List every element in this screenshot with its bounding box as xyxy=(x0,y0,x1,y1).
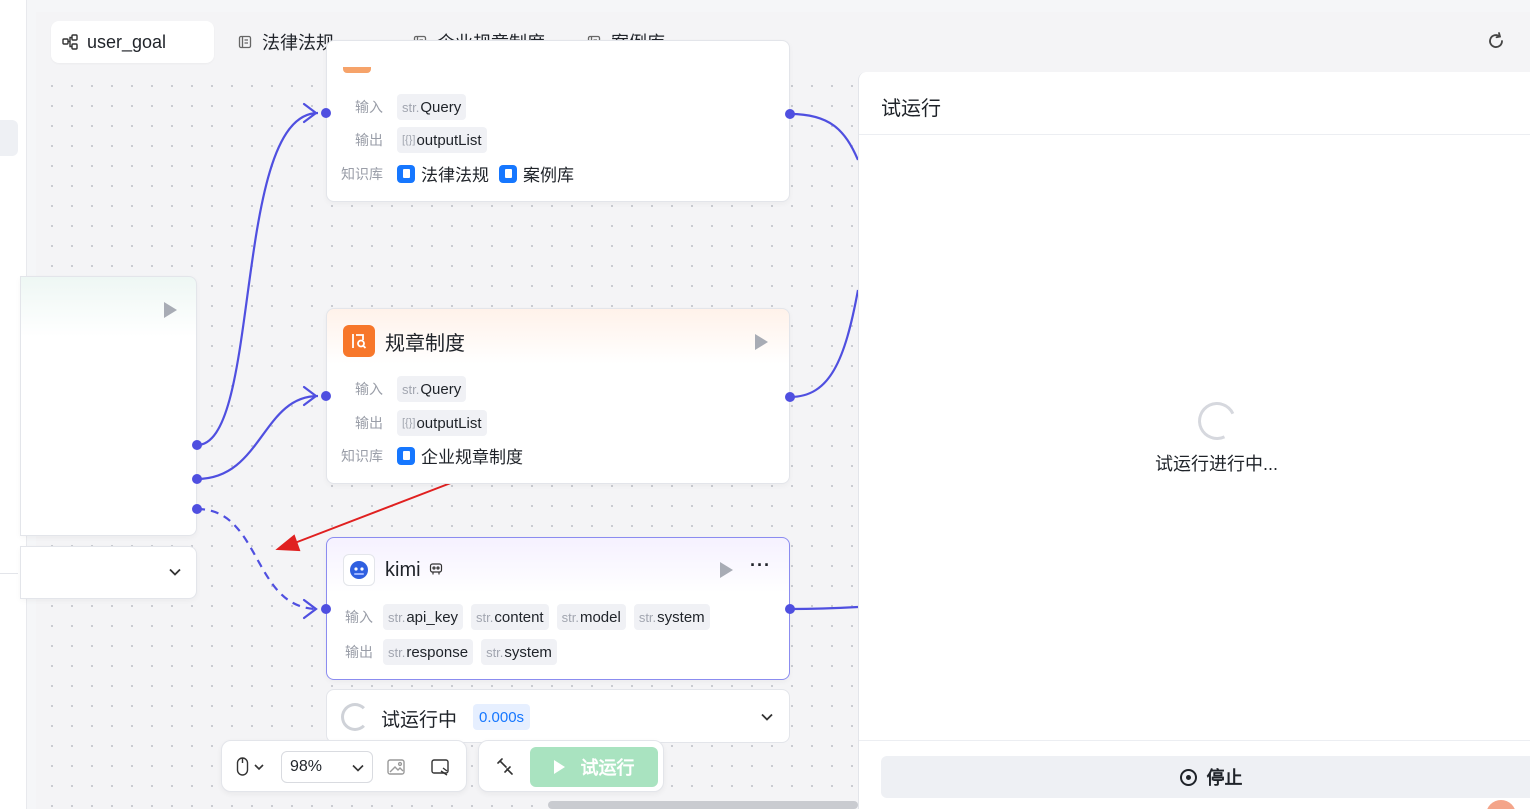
sidebar-selected-item[interactable] xyxy=(0,120,18,156)
debug-tools-icon[interactable] xyxy=(495,757,515,782)
chevron-down-icon xyxy=(350,760,366,781)
input-label: 输入 xyxy=(345,609,373,625)
image-export-icon[interactable] xyxy=(386,757,406,782)
output-port[interactable] xyxy=(192,474,202,484)
panel-divider xyxy=(859,134,1530,135)
chevron-down-icon[interactable] xyxy=(167,564,183,585)
canvas-toolbar: 98% xyxy=(221,740,467,792)
more-options-icon[interactable]: ··· xyxy=(750,555,771,576)
knowledge-base-icon xyxy=(499,164,517,183)
input-param: str. Query xyxy=(397,376,467,402)
node-header: kimi xyxy=(343,554,443,586)
refresh-icon[interactable] xyxy=(1484,29,1508,53)
output-port[interactable] xyxy=(785,109,795,119)
output-label: 输出 xyxy=(345,644,373,660)
output-port[interactable] xyxy=(785,604,795,614)
zoom-select[interactable]: 98% xyxy=(281,751,373,783)
run-node-icon[interactable] xyxy=(164,302,177,318)
knowledge-base-icon xyxy=(397,446,415,465)
plugin-icon xyxy=(429,559,443,582)
loading-spinner-icon xyxy=(341,703,369,731)
input-param: str. system xyxy=(633,604,710,630)
stop-icon xyxy=(1179,768,1197,786)
sidebar-divider xyxy=(0,573,18,574)
run-node-icon[interactable] xyxy=(755,334,768,350)
minimap-icon[interactable] xyxy=(430,757,450,782)
output-param: str. response xyxy=(383,639,474,665)
start-node-status[interactable] xyxy=(20,546,197,599)
input-param: str. content xyxy=(471,604,549,630)
horizontal-scrollbar[interactable] xyxy=(548,801,858,809)
running-status-text: 试运行进行中... xyxy=(1155,454,1279,474)
input-port[interactable] xyxy=(321,108,331,118)
stop-label: 停止 xyxy=(1206,768,1243,788)
input-port[interactable] xyxy=(321,391,331,401)
output-port[interactable] xyxy=(785,392,795,402)
elapsed-time-badge: 0.000s xyxy=(473,704,531,730)
node-header: 规章制度 xyxy=(343,325,465,357)
output-param: [{}] outputList xyxy=(397,410,487,436)
knowledge-node-rules[interactable]: 规章制度 输入 str. Query 输出 [{}] outputList 知识库 … xyxy=(326,308,790,484)
loading-spinner-icon xyxy=(1192,396,1242,446)
run-toolbar: 试运行 xyxy=(478,740,664,792)
output-port[interactable] xyxy=(192,440,202,450)
node-title: 规章制度 xyxy=(385,332,465,355)
llm-node-kimi[interactable]: kimi ··· 输入 str. api_key str. content str.… xyxy=(326,537,790,680)
knowledge-label: 知识库 xyxy=(341,165,383,182)
input-label: 输入 xyxy=(355,99,383,115)
output-label: 输出 xyxy=(355,132,383,148)
knowledge-search-icon xyxy=(343,325,375,357)
input-param: str. api_key xyxy=(383,604,464,630)
node-title: kimi xyxy=(385,558,421,581)
panel-title: 试运行 xyxy=(881,98,941,120)
knowledge-label: 知识库 xyxy=(341,447,383,464)
knowledge-base-icon xyxy=(397,164,415,183)
node-run-status[interactable]: 试运行中 0.000s xyxy=(326,689,790,743)
test-run-button[interactable]: 试运行 xyxy=(530,747,658,787)
test-run-panel: 试运行 试运行进行中... 停止 xyxy=(858,72,1530,809)
output-label: 输出 xyxy=(355,415,383,431)
start-node[interactable] xyxy=(20,276,197,536)
test-run-label: 试运行 xyxy=(580,758,635,778)
output-param: [{}] outputList xyxy=(397,127,487,153)
input-param: str. Query xyxy=(397,94,467,120)
knowledge-base-item[interactable]: 法律法规 xyxy=(397,161,489,186)
zoom-value: 98% xyxy=(290,758,323,775)
play-icon xyxy=(553,760,565,774)
input-port[interactable] xyxy=(321,604,331,614)
input-param: str. model xyxy=(556,604,626,630)
chevron-down-icon[interactable] xyxy=(759,709,775,730)
kimi-logo-icon xyxy=(343,554,375,586)
input-label: 输入 xyxy=(355,381,383,397)
run-node-icon[interactable] xyxy=(720,562,733,578)
mouse-mode-icon[interactable] xyxy=(236,757,266,782)
stop-button[interactable]: 停止 xyxy=(881,756,1530,798)
panel-divider xyxy=(859,740,1530,741)
knowledge-base-item[interactable]: 案例库 xyxy=(499,161,574,186)
output-param: str. system xyxy=(481,639,557,665)
status-label: 试运行中 xyxy=(381,710,458,731)
output-port[interactable] xyxy=(192,504,202,514)
knowledge-base-item[interactable]: 企业规章制度 xyxy=(397,443,523,468)
